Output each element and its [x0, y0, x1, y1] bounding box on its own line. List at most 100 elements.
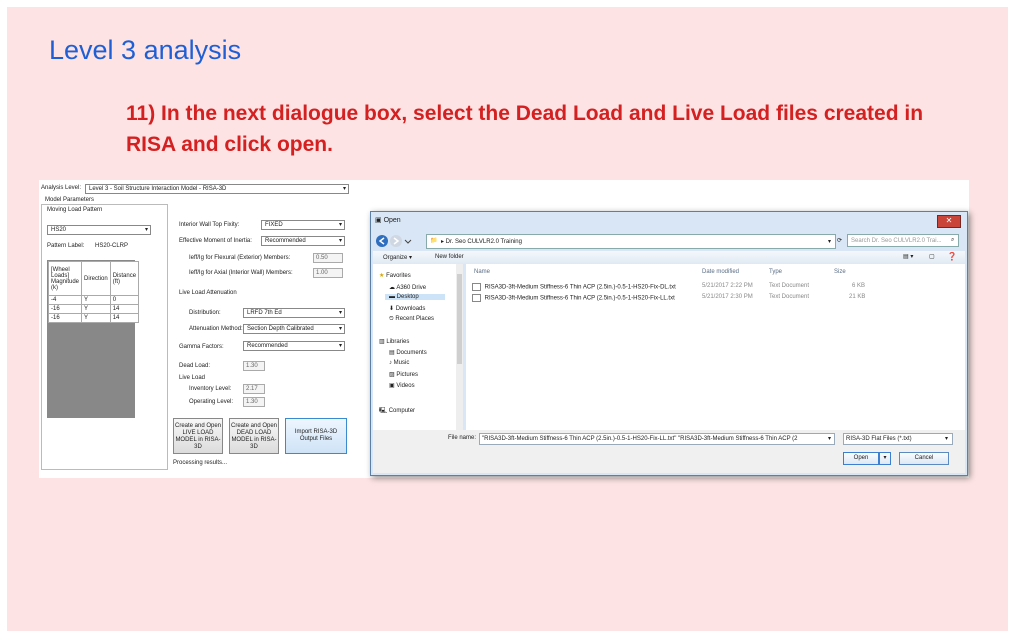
moment-select[interactable]: Recommended	[261, 236, 345, 246]
column-size[interactable]: Size	[834, 269, 846, 275]
inventory-label: Inventory Level:	[189, 386, 232, 392]
file-name-label: File name:	[448, 435, 477, 441]
file-name-dropdown-icon[interactable]: ▾	[828, 435, 831, 442]
interior-wall-label: Interior Wall Top Fixity:	[179, 222, 240, 228]
live-load-label: Live Load	[179, 375, 206, 381]
open-split-dropdown-icon[interactable]: ▾	[879, 452, 891, 465]
navigation-pane: ★ Favorites ☁ A360 Drive ▬ Desktop ⬇ Dow…	[373, 264, 463, 430]
organize-button[interactable]: Organize ▾	[383, 254, 412, 261]
search-input[interactable]: Search Dr. Seo CULVLR2.0 Trai...	[847, 234, 959, 247]
nav-item-music[interactable]: ♪ Music	[389, 360, 409, 366]
pattern-label-value: HS20-CLRP	[95, 243, 129, 249]
open-button[interactable]: Open	[843, 452, 879, 465]
import-output-button[interactable]: Import RISA-3D Output Files	[285, 418, 347, 454]
create-dead-load-button[interactable]: Create and Open DEAD LOAD MODEL in RISA-…	[229, 418, 279, 454]
computer-item[interactable]: 🖳 Computer	[379, 406, 415, 416]
dialog-app-icon: ▣	[375, 217, 384, 224]
music-icon: ♪	[389, 360, 392, 366]
column-type[interactable]: Type	[769, 269, 782, 275]
dead-load-input[interactable]: 1.30	[243, 361, 265, 371]
search-icon: ⌕	[951, 237, 955, 243]
wheel-loads-grid[interactable]: [Wheel Loads] Magnitude (k) Direction Di…	[47, 260, 140, 418]
folder-icon: 📁	[430, 238, 438, 244]
slide-title: Level 3 analysis	[49, 35, 242, 65]
pattern-label-label: Pattern Label:	[47, 243, 85, 249]
nav-item-pictures[interactable]: ▨ Pictures	[389, 371, 418, 378]
operating-label: Operating Level:	[189, 399, 234, 405]
videos-icon: ▣	[389, 383, 395, 389]
moving-load-pattern-label: Moving Load Pattern	[47, 207, 103, 213]
nav-item-recent-places[interactable]: ⏲ Recent Places	[389, 316, 434, 323]
interior-wall-select[interactable]: FIXED	[261, 220, 345, 230]
star-icon: ★	[379, 273, 385, 279]
pattern-select[interactable]: HS20	[47, 225, 151, 235]
attenuation-select[interactable]: Section Depth Calibrated	[243, 324, 345, 334]
forward-icon[interactable]	[390, 235, 402, 247]
libraries-item[interactable]: ▥ Libraries	[379, 338, 409, 345]
axial-label: Ieff/Ig for Axial (Interior Wall) Member…	[189, 270, 293, 276]
nav-item-desktop[interactable]: ▬ Desktop	[385, 294, 445, 300]
file-type-select[interactable]: RISA-3D Flat Files (*.txt)	[843, 433, 953, 445]
attenuation-label: Attenuation Method:	[189, 326, 243, 332]
flexural-label: Ieff/Ig for Flexural (Exterior) Members:	[189, 255, 291, 261]
grid-header-distance: Distance (ft)	[109, 261, 140, 296]
table-row[interactable]: -16 Y 14	[47, 313, 140, 323]
nav-item-a360-drive[interactable]: ☁ A360 Drive	[389, 284, 426, 291]
file-type-dropdown-icon[interactable]: ▾	[945, 435, 948, 442]
list-item[interactable]: RISA3D-3ft-Medium Stiffness-6 Thin ACP (…	[472, 294, 865, 302]
dead-load-label: Dead Load:	[179, 363, 211, 369]
grid-header-magnitude: [Wheel Loads] Magnitude (k)	[47, 261, 83, 296]
flexural-input[interactable]: 0.50	[313, 253, 343, 263]
column-name[interactable]: Name	[474, 269, 490, 275]
new-folder-button[interactable]: New folder	[435, 254, 464, 260]
analysis-level-select[interactable]: Level 3 - Soil Structure Interaction Mod…	[85, 184, 349, 194]
create-live-load-button[interactable]: Create and Open LIVE LOAD MODEL in RISA-…	[173, 418, 223, 454]
nav-item-downloads[interactable]: ⬇ Downloads	[389, 305, 425, 312]
documents-icon: ▤	[389, 350, 395, 356]
open-dialog: ▣ Open ✕ 📁 ▸ Dr. Seo CULVLR2.0 Training …	[370, 211, 968, 476]
refresh-icon[interactable]: ⟳	[837, 237, 842, 244]
operating-input[interactable]: 1.30	[243, 397, 265, 407]
file-name-input[interactable]: "RISA3D-3ft-Medium Stiffness-6 Thin ACP …	[479, 433, 835, 445]
view-options-icon[interactable]: ▤ ▾	[903, 253, 913, 260]
desktop-icon: ▬	[389, 294, 395, 300]
table-row[interactable]: -4 Y 0	[47, 295, 140, 305]
address-path: ▸ Dr. Seo CULVLR2.0 Training	[441, 239, 522, 245]
address-dropdown-icon[interactable]: ▾	[828, 238, 831, 245]
distribution-label: Distribution:	[189, 310, 221, 316]
computer-icon: 🖳	[379, 408, 388, 414]
back-icon[interactable]	[376, 235, 388, 247]
close-button[interactable]: ✕	[937, 215, 961, 228]
live-load-attenuation-label: Live Load Attenuation	[179, 290, 237, 296]
recent-places-icon: ⏲	[389, 316, 394, 322]
nav-item-videos[interactable]: ▣ Videos	[389, 382, 415, 389]
gamma-select[interactable]: Recommended	[243, 341, 345, 351]
nav-scrollbar-thumb[interactable]	[457, 274, 462, 364]
status-text: Processing results...	[173, 460, 228, 466]
list-item[interactable]: RISA3D-3ft-Medium Stiffness-6 Thin ACP (…	[472, 283, 865, 291]
model-parameters-label: Model Parameters	[45, 197, 95, 203]
axial-input[interactable]: 1.00	[313, 268, 343, 278]
column-date[interactable]: Date modified	[702, 269, 739, 275]
slide-instruction: 11) In the next dialogue box, select the…	[126, 102, 924, 156]
text-file-icon	[472, 283, 481, 291]
table-row[interactable]: -16 Y 14	[47, 304, 140, 314]
favorites-item[interactable]: ★ Favorites	[379, 272, 411, 279]
cancel-button[interactable]: Cancel	[899, 452, 949, 465]
distribution-select[interactable]: LRFD 7th Ed	[243, 308, 345, 318]
recent-pages-icon[interactable]	[404, 239, 412, 244]
preview-pane-icon[interactable]: ▢	[929, 253, 935, 260]
dialog-toolbar: Organize ▾ New folder ▤ ▾ ▢ ❓	[373, 251, 965, 264]
dialog-title: ▣ Open	[375, 216, 401, 224]
nav-buttons	[376, 235, 412, 247]
pictures-icon: ▨	[389, 372, 395, 378]
dialog-footer: File name: "RISA3D-3ft-Medium Stiffness-…	[373, 430, 965, 473]
gamma-label: Gamma Factors:	[179, 344, 224, 350]
libraries-icon: ▥	[379, 339, 385, 345]
dialog-title-text: Open	[383, 217, 401, 224]
help-icon[interactable]: ❓	[947, 252, 957, 261]
address-bar[interactable]: 📁 ▸ Dr. Seo CULVLR2.0 Training ▾	[426, 234, 836, 249]
inventory-input[interactable]: 2.17	[243, 384, 265, 394]
nav-scrollbar[interactable]	[456, 264, 463, 430]
nav-item-documents[interactable]: ▤ Documents	[389, 349, 427, 356]
